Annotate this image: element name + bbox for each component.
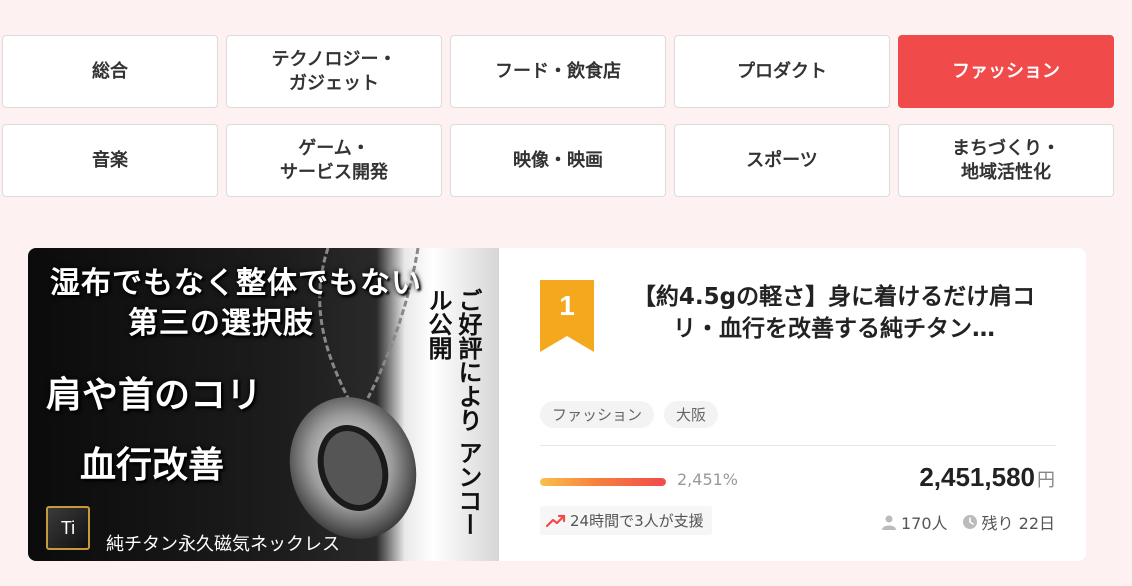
- category-button-fashion[interactable]: ファッション: [898, 35, 1114, 108]
- progress-bar: [540, 478, 666, 486]
- project-tags: ファッション 大阪: [540, 401, 719, 428]
- funding-amount: 2,451,580 円: [919, 462, 1055, 493]
- tag-category[interactable]: ファッション: [540, 401, 655, 428]
- category-button-community[interactable]: まちづくり・ 地域活性化: [898, 124, 1114, 197]
- project-thumbnail[interactable]: 湿布でもなく整体でもない 第三の選択肢 肩や首のコリ 血行改善 ご好評により ア…: [28, 248, 499, 561]
- person-icon: [882, 515, 896, 530]
- thumbnail-vertical-text: ご好評により アンコール公開: [424, 288, 483, 537]
- category-button-general[interactable]: 総合: [2, 35, 218, 108]
- funding-percent: 2,451%: [677, 470, 739, 489]
- rank-badge: 1: [540, 280, 594, 352]
- rank-number: 1: [559, 290, 575, 321]
- category-button-film[interactable]: 映像・映画: [450, 124, 666, 197]
- category-button-technology[interactable]: テクノロジー・ ガジェット: [226, 35, 442, 108]
- category-button-music[interactable]: 音楽: [2, 124, 218, 197]
- supporters-count: 170人: [901, 514, 948, 533]
- thumbnail-caption: 純チタン永久磁気ネックレス: [106, 534, 340, 555]
- clock-icon: [962, 515, 977, 529]
- thumbnail-headline-4: 血行改善: [80, 444, 225, 486]
- category-button-sports[interactable]: スポーツ: [674, 124, 890, 197]
- category-button-food[interactable]: フード・飲食店: [450, 35, 666, 108]
- project-card[interactable]: 湿布でもなく整体でもない 第三の選択肢 肩や首のコリ 血行改善 ご好評により ア…: [28, 248, 1086, 561]
- category-grid: 総合 テクノロジー・ ガジェット フード・飲食店 プロダクト ファッション 音楽…: [2, 35, 1114, 197]
- progress-bar-fill: [540, 478, 666, 486]
- remaining-stat: 残り 22日: [962, 510, 1055, 534]
- titanium-badge: Ti: [46, 506, 90, 550]
- remaining-days: 残り 22日: [981, 514, 1055, 533]
- amount-value: 2,451,580: [919, 462, 1035, 492]
- trending-up-icon: [546, 514, 566, 527]
- project-info: 1 【約4.5gの軽さ】身に着けるだけ肩コリ・血行を改善する純チタン… ファッシ…: [499, 248, 1086, 561]
- trend-text: 24時間で3人が支援: [570, 512, 704, 530]
- divider: [540, 445, 1056, 446]
- project-stats: 170人 残り 22日: [881, 510, 1055, 534]
- trend-indicator: 24時間で3人が支援: [540, 506, 712, 535]
- thumbnail-headline-1: 湿布でもなく整体でもない: [50, 266, 422, 301]
- project-title[interactable]: 【約4.5gの軽さ】身に着けるだけ肩コリ・血行を改善する純チタン…: [614, 281, 1054, 345]
- thumbnail-headline-3: 肩や首のコリ: [46, 374, 263, 416]
- tag-location[interactable]: 大阪: [664, 401, 719, 428]
- category-button-product[interactable]: プロダクト: [674, 35, 890, 108]
- currency-label: 円: [1037, 470, 1055, 491]
- thumbnail-headline-2: 第三の選択肢: [128, 306, 314, 341]
- supporters-stat: 170人: [881, 510, 948, 534]
- category-button-game[interactable]: ゲーム・ サービス開発: [226, 124, 442, 197]
